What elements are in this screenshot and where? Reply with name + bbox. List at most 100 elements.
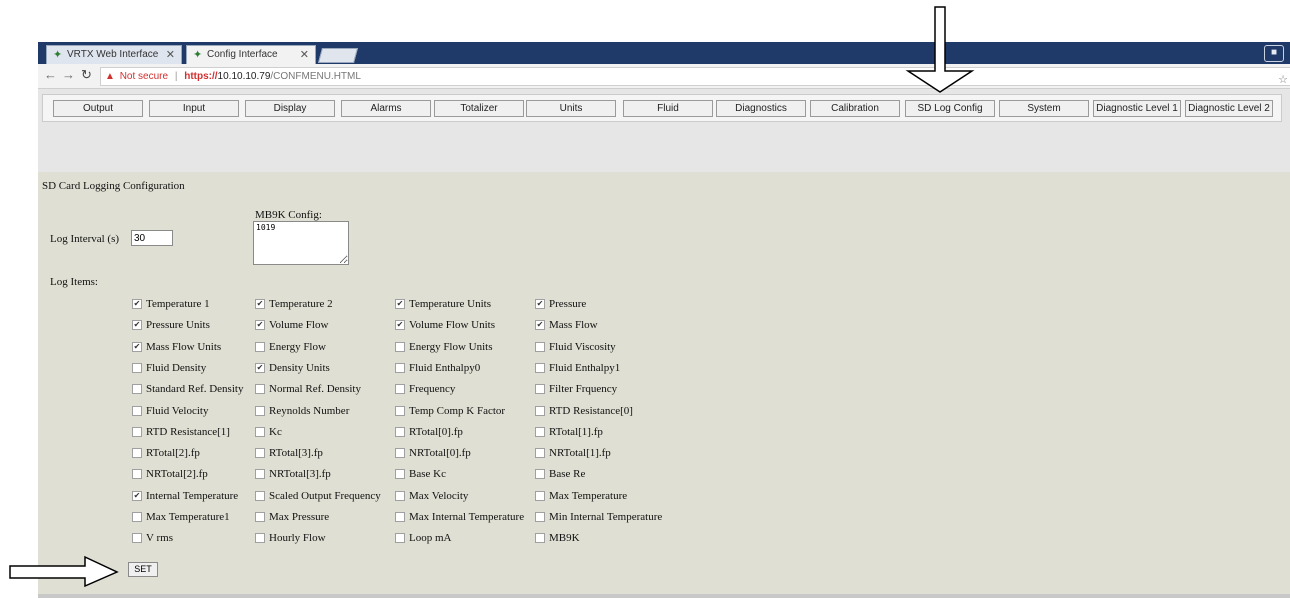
log-item-label: Loop mA: [409, 532, 452, 544]
checkbox-unchecked[interactable]: [255, 427, 265, 437]
checkbox-unchecked[interactable]: [255, 512, 265, 522]
menu-units-button[interactable]: Units: [526, 100, 616, 117]
checkbox-unchecked[interactable]: [132, 384, 142, 394]
checkbox-unchecked[interactable]: [132, 533, 142, 543]
checkbox-unchecked[interactable]: [535, 533, 545, 543]
checkbox-unchecked[interactable]: [535, 469, 545, 479]
log-item-label: RTotal[2].fp: [146, 447, 200, 459]
checkbox-checked[interactable]: ✔: [535, 299, 545, 309]
log-item-label: Mass Flow: [549, 319, 598, 331]
close-tab-icon[interactable]: ✕: [300, 46, 309, 64]
checkbox-unchecked[interactable]: [535, 363, 545, 373]
checkbox-unchecked[interactable]: [255, 342, 265, 352]
checkbox-checked[interactable]: ✔: [132, 320, 142, 330]
set-button[interactable]: SET: [128, 562, 158, 577]
checkbox-unchecked[interactable]: [255, 469, 265, 479]
new-tab-button[interactable]: [317, 48, 359, 63]
checkbox-unchecked[interactable]: [255, 448, 265, 458]
checkbox-unchecked[interactable]: [395, 427, 405, 437]
checkbox-unchecked[interactable]: [132, 406, 142, 416]
log-item-label: Max Internal Temperature: [409, 511, 525, 523]
menu-input-button[interactable]: Input: [149, 100, 239, 117]
mb9k-config-label: MB9K Config:: [255, 209, 322, 221]
log-item-label: Energy Flow: [269, 341, 326, 353]
log-item-label: Fluid Enthalpy1: [549, 362, 621, 374]
checkbox-checked[interactable]: ✔: [255, 320, 265, 330]
checkbox-unchecked[interactable]: [255, 491, 265, 501]
menu-display-button[interactable]: Display: [245, 100, 335, 117]
checkbox-unchecked[interactable]: [132, 448, 142, 458]
checkbox-checked[interactable]: ✔: [255, 299, 265, 309]
address-bar: ← → ↻ ▲ Not secure | https://10.10.10.79…: [38, 64, 1290, 89]
reload-icon[interactable]: ↻: [81, 67, 92, 83]
menu-totalizer-button[interactable]: Totalizer: [434, 100, 524, 117]
log-item-label: Volume Flow: [269, 319, 329, 331]
back-icon[interactable]: ←: [44, 67, 57, 82]
checkbox-unchecked[interactable]: [395, 533, 405, 543]
checkbox-unchecked[interactable]: [132, 363, 142, 373]
checkbox-checked[interactable]: ✔: [132, 491, 142, 501]
checkbox-unchecked[interactable]: [535, 491, 545, 501]
checkbox-unchecked[interactable]: [535, 384, 545, 394]
tab-config-interface[interactable]: ✦ Config Interface ✕: [186, 45, 316, 64]
checkbox-unchecked[interactable]: [255, 533, 265, 543]
menu-system-button[interactable]: System: [999, 100, 1089, 117]
menu-sd-log-config-button[interactable]: SD Log Config: [905, 100, 995, 117]
log-item-label: RTotal[0].fp: [409, 426, 463, 438]
config-menu-bar: Output Input Display Alarms Totalizer Un…: [38, 89, 1290, 172]
menu-alarms-button[interactable]: Alarms: [341, 100, 431, 117]
checkbox-unchecked[interactable]: [535, 512, 545, 522]
log-item-label: Mass Flow Units: [146, 341, 222, 353]
web-page: Output Input Display Alarms Totalizer Un…: [38, 89, 1290, 598]
tab-vrtx-web-interface[interactable]: ✦ VRTX Web Interface ✕: [46, 45, 182, 64]
horizontal-scrollbar[interactable]: [38, 594, 1290, 598]
log-item-label: Energy Flow Units: [409, 341, 493, 353]
menu-diagnostic-level-1-button[interactable]: Diagnostic Level 1: [1093, 100, 1181, 117]
checkbox-checked[interactable]: ✔: [395, 320, 405, 330]
checkbox-unchecked[interactable]: [132, 427, 142, 437]
forward-icon[interactable]: →: [62, 67, 75, 82]
log-item-label: Base Re: [549, 468, 586, 480]
checkbox-checked[interactable]: ✔: [132, 342, 142, 352]
checkbox-unchecked[interactable]: [395, 406, 405, 416]
checkbox-unchecked[interactable]: [395, 384, 405, 394]
log-interval-input[interactable]: [131, 230, 173, 246]
url-field[interactable]: ▲ Not secure | https://10.10.10.79/CONFM…: [100, 67, 1290, 86]
checkbox-unchecked[interactable]: [395, 342, 405, 352]
url-host: 10.10.10.79: [217, 71, 271, 82]
checkbox-checked[interactable]: ✔: [535, 320, 545, 330]
menu-output-button[interactable]: Output: [53, 100, 143, 117]
checkbox-unchecked[interactable]: [395, 491, 405, 501]
log-items-label: Log Items:: [50, 276, 98, 288]
checkbox-unchecked[interactable]: [535, 448, 545, 458]
profile-icon[interactable]: ■: [1264, 45, 1284, 62]
checkbox-unchecked[interactable]: [395, 448, 405, 458]
log-item-label: Normal Ref. Density: [269, 383, 361, 395]
checkbox-unchecked[interactable]: [132, 469, 142, 479]
checkbox-unchecked[interactable]: [395, 363, 405, 373]
log-item-label: Temperature 1: [146, 298, 210, 310]
log-item-label: Max Pressure: [269, 511, 330, 523]
checkbox-unchecked[interactable]: [535, 427, 545, 437]
security-status: Not secure: [119, 71, 169, 82]
menu-fluid-button[interactable]: Fluid: [623, 100, 713, 117]
checkbox-unchecked[interactable]: [535, 406, 545, 416]
mb9k-config-textarea[interactable]: 1019: [253, 221, 349, 265]
checkbox-checked[interactable]: ✔: [395, 299, 405, 309]
menu-diagnostic-level-2-button[interactable]: Diagnostic Level 2: [1185, 100, 1273, 117]
bookmark-star-icon[interactable]: ☆: [1278, 72, 1288, 89]
checkbox-checked[interactable]: ✔: [132, 299, 142, 309]
menu-calibration-button[interactable]: Calibration: [810, 100, 900, 117]
close-tab-icon[interactable]: ✕: [166, 46, 175, 64]
checkbox-checked[interactable]: ✔: [255, 363, 265, 373]
checkbox-unchecked[interactable]: [132, 512, 142, 522]
checkbox-unchecked[interactable]: [535, 342, 545, 352]
menu-diagnostics-button[interactable]: Diagnostics: [716, 100, 806, 117]
checkbox-unchecked[interactable]: [395, 469, 405, 479]
log-item-label: RTotal[3].fp: [269, 447, 323, 459]
checkbox-unchecked[interactable]: [255, 384, 265, 394]
checkbox-unchecked[interactable]: [395, 512, 405, 522]
log-item-label: Standard Ref. Density: [146, 383, 244, 395]
checkbox-unchecked[interactable]: [255, 406, 265, 416]
warning-icon: ▲: [105, 71, 115, 82]
